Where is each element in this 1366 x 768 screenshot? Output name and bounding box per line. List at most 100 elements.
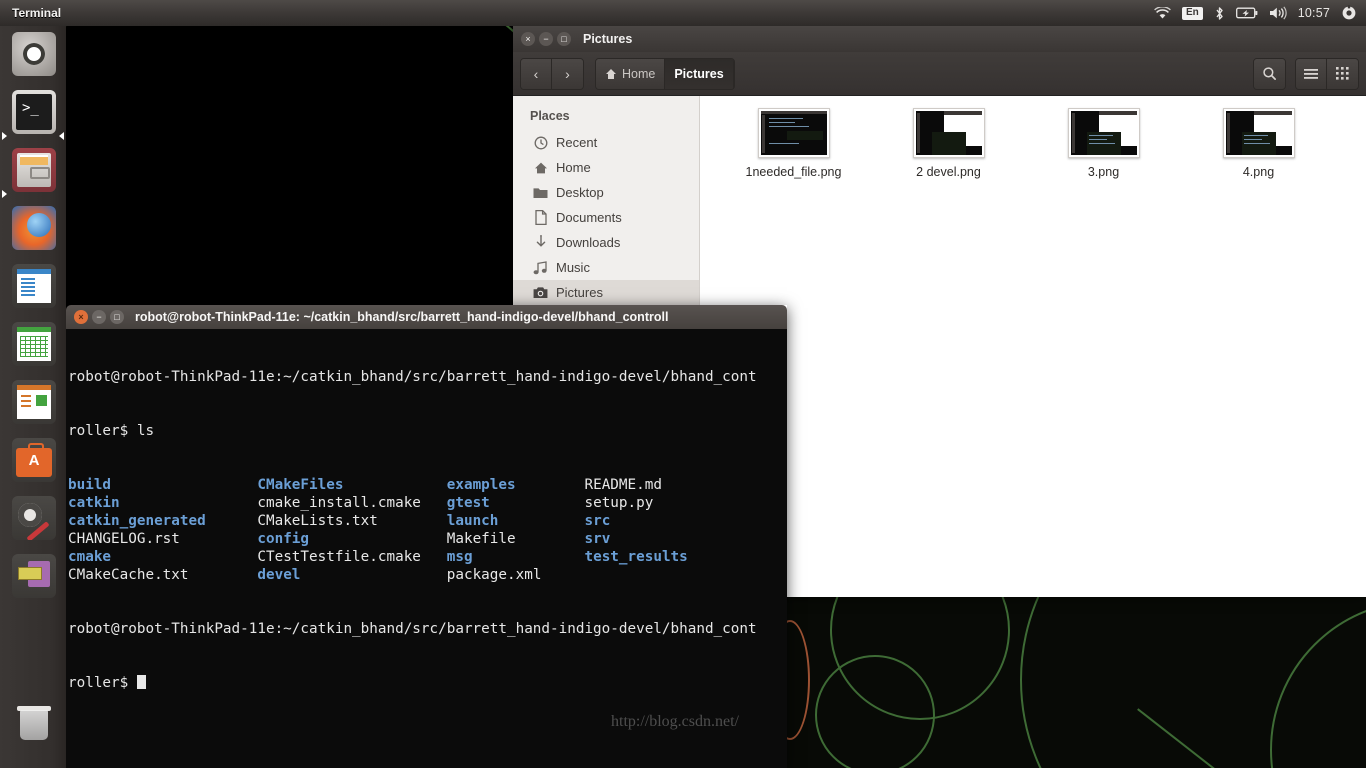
keyboard-layout-indicator[interactable]: En [1182, 0, 1203, 26]
terminal-command-line: roller$ ls [68, 422, 787, 440]
breadcrumb-item-pictures[interactable]: Pictures [665, 59, 733, 89]
sidebar-item-desktop[interactable]: Desktop [513, 180, 699, 205]
terminal-ls-row: catkin_generated CMakeLists.txt launch s… [68, 512, 787, 530]
calc-icon [17, 327, 51, 361]
file-list-area[interactable]: 1needed_file.png 2 devel.png 3.png4.png [700, 96, 1366, 597]
terminal-ls-row: build CMakeFiles examples README.md [68, 476, 787, 494]
file-item[interactable]: 2 devel.png [871, 108, 1026, 179]
file-name-label: 2 devel.png [916, 165, 981, 179]
wallpaper-circle [815, 655, 935, 768]
terminal-screen[interactable]: robot@robot-ThinkPad-11e:~/catkin_bhand/… [66, 329, 787, 768]
minimize-button[interactable]: − [539, 32, 553, 46]
launcher-item-ubuntu-dash[interactable] [12, 32, 56, 76]
launcher-running-indicator [2, 132, 7, 140]
sidebar-item-label: Documents [556, 210, 622, 225]
clock[interactable]: 10:57 [1298, 0, 1330, 26]
volume-indicator[interactable] [1269, 0, 1287, 26]
search-button[interactable] [1254, 59, 1285, 89]
file-manager-titlebar[interactable]: × − □ Pictures [513, 26, 1366, 52]
file-thumbnail [758, 108, 830, 158]
terminal-ls-entry: CHANGELOG.rst [68, 531, 257, 547]
search-icon [1262, 66, 1277, 81]
firefox-icon [27, 213, 51, 237]
terminal-ls-entry: gtest [447, 495, 585, 511]
home-icon [605, 68, 617, 80]
file-item[interactable]: 4.png [1181, 108, 1336, 179]
terminal-ls-entry: cmake_install.cmake [257, 495, 446, 511]
sidebar-item-label: Desktop [556, 185, 604, 200]
maximize-button[interactable]: □ [110, 310, 124, 324]
panel-app-title[interactable]: Terminal [12, 6, 61, 20]
back-button[interactable]: ‹ [521, 59, 552, 89]
launcher-item-system-settings[interactable] [12, 496, 56, 540]
minimize-button[interactable]: − [92, 310, 106, 324]
search-button-group [1253, 58, 1286, 90]
sidebar-item-downloads[interactable]: Downloads [513, 230, 699, 255]
file-item[interactable]: 1needed_file.png [716, 108, 871, 179]
session-menu[interactable] [1341, 0, 1357, 26]
sidebar-item-documents[interactable]: Documents [513, 205, 699, 230]
terminal-ls-entry: CMakeLists.txt [257, 513, 446, 529]
impress-icon [17, 385, 51, 419]
document-icon [533, 210, 548, 225]
terminal-ls-entry: devel [257, 567, 446, 583]
terminal-cursor [137, 675, 146, 689]
gear-icon [1341, 5, 1357, 21]
terminal-ls-entry: src [584, 513, 610, 529]
sidebar-item-recent[interactable]: Recent [513, 130, 699, 155]
launcher-item-ubuntu-software[interactable]: A [12, 438, 56, 482]
file-item[interactable]: 3.png [1026, 108, 1181, 179]
bluetooth-indicator[interactable] [1214, 0, 1225, 26]
sidebar-item-label: Downloads [556, 235, 620, 250]
terminal-ls-entry: srv [584, 531, 610, 547]
terminal-titlebar[interactable]: × − □ robot@robot-ThinkPad-11e: ~/catkin… [66, 305, 787, 329]
sidebar-item-home[interactable]: Home [513, 155, 699, 180]
list-view-button[interactable] [1296, 59, 1327, 89]
launcher-item-files[interactable] [12, 148, 56, 192]
list-view-icon [1304, 68, 1318, 80]
gear-icon [18, 503, 42, 527]
sidebar-item-label: Music [556, 260, 590, 275]
file-manager-toolbar: ‹ › Home Pictures [513, 52, 1366, 96]
files-icon [17, 153, 51, 187]
launcher-item-libreoffice-calc[interactable] [12, 322, 56, 366]
camera-icon [533, 285, 548, 300]
unity-launcher: >_ A [0, 26, 66, 768]
launcher-item-terminal[interactable]: >_ [12, 90, 56, 134]
terminal-ls-entry: CMakeCache.txt [68, 567, 257, 583]
volume-icon [1269, 6, 1287, 20]
close-button[interactable]: × [521, 32, 535, 46]
launcher-running-indicator [2, 190, 7, 198]
file-thumbnail [913, 108, 985, 158]
terminal-ls-entry: build [68, 477, 257, 493]
launcher-item-software-updater[interactable] [12, 554, 56, 598]
launcher-item-trash[interactable] [12, 704, 56, 748]
terminal-ls-row: CMakeCache.txt devel package.xml [68, 566, 787, 584]
launcher-focus-indicator [59, 132, 64, 140]
close-button[interactable]: × [74, 310, 88, 324]
terminal-prompt-line: robot@robot-ThinkPad-11e:~/catkin_bhand/… [68, 368, 787, 386]
wifi-indicator[interactable] [1154, 0, 1171, 26]
sidebar-item-pictures[interactable]: Pictures [513, 280, 699, 305]
forward-button[interactable]: › [552, 59, 583, 89]
clock-icon [533, 135, 548, 150]
sidebar-item-music[interactable]: Music [513, 255, 699, 280]
minimize-icon: − [539, 32, 553, 46]
places-list: RecentHome Desktop Documents Downloads Music… [513, 130, 699, 305]
breadcrumb-item-home[interactable]: Home [596, 59, 665, 89]
battery-indicator[interactable] [1236, 0, 1258, 26]
grid-view-button[interactable] [1327, 59, 1358, 89]
trash-icon [20, 710, 48, 740]
terminal-ls-entry: cmake [68, 549, 257, 565]
terminal-ls-entry: CMakeFiles [257, 477, 446, 493]
file-grid: 1needed_file.png 2 devel.png 3.png4.png [700, 108, 1366, 179]
launcher-item-libreoffice-writer[interactable] [12, 264, 56, 308]
launcher-item-libreoffice-impress[interactable] [12, 380, 56, 424]
terminal-window[interactable]: × − □ robot@robot-ThinkPad-11e: ~/catkin… [66, 305, 787, 768]
terminal-ls-entry: Makefile [447, 531, 585, 547]
file-thumbnail [1068, 108, 1140, 158]
maximize-button[interactable]: □ [557, 32, 571, 46]
terminal-ls-entry: launch [447, 513, 585, 529]
close-icon: × [74, 310, 88, 324]
launcher-item-firefox[interactable] [12, 206, 56, 250]
